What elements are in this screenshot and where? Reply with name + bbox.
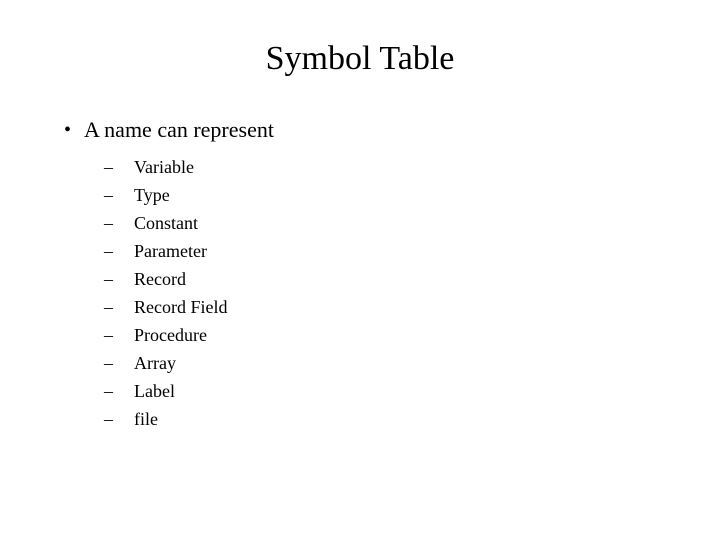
- list-item-text: Type: [134, 184, 170, 206]
- list-item: – Array: [104, 352, 660, 374]
- list-item: – Record: [104, 268, 660, 290]
- dash-icon: –: [104, 268, 134, 290]
- dash-icon: –: [104, 352, 134, 374]
- dash-icon: –: [104, 408, 134, 430]
- list-item: – Constant: [104, 212, 660, 234]
- list-item-text: Record Field: [134, 296, 227, 318]
- list-item-text: Label: [134, 380, 175, 402]
- list-item: – Record Field: [104, 296, 660, 318]
- slide: Symbol Table • A name can represent – Va…: [0, 0, 720, 540]
- list-item: – Label: [104, 380, 660, 402]
- sublist: – Variable – Type – Constant – Parameter…: [104, 156, 660, 430]
- page-title: Symbol Table: [60, 40, 660, 78]
- bullet-icon: •: [60, 118, 84, 142]
- dash-icon: –: [104, 324, 134, 346]
- list-item: – Parameter: [104, 240, 660, 262]
- list-item-text: Parameter: [134, 240, 207, 262]
- dash-icon: –: [104, 212, 134, 234]
- list-item: – Variable: [104, 156, 660, 178]
- dash-icon: –: [104, 380, 134, 402]
- list-item: – Procedure: [104, 324, 660, 346]
- list-item-text: Variable: [134, 156, 194, 178]
- dash-icon: –: [104, 184, 134, 206]
- list-item-text: file: [134, 408, 158, 430]
- list-item: – Type: [104, 184, 660, 206]
- bullet-text: A name can represent: [84, 118, 274, 142]
- list-item-text: Procedure: [134, 324, 207, 346]
- bullet-level-1: • A name can represent: [60, 118, 660, 142]
- list-item: – file: [104, 408, 660, 430]
- list-item-text: Array: [134, 352, 176, 374]
- dash-icon: –: [104, 156, 134, 178]
- dash-icon: –: [104, 240, 134, 262]
- list-item-text: Record: [134, 268, 186, 290]
- dash-icon: –: [104, 296, 134, 318]
- list-item-text: Constant: [134, 212, 198, 234]
